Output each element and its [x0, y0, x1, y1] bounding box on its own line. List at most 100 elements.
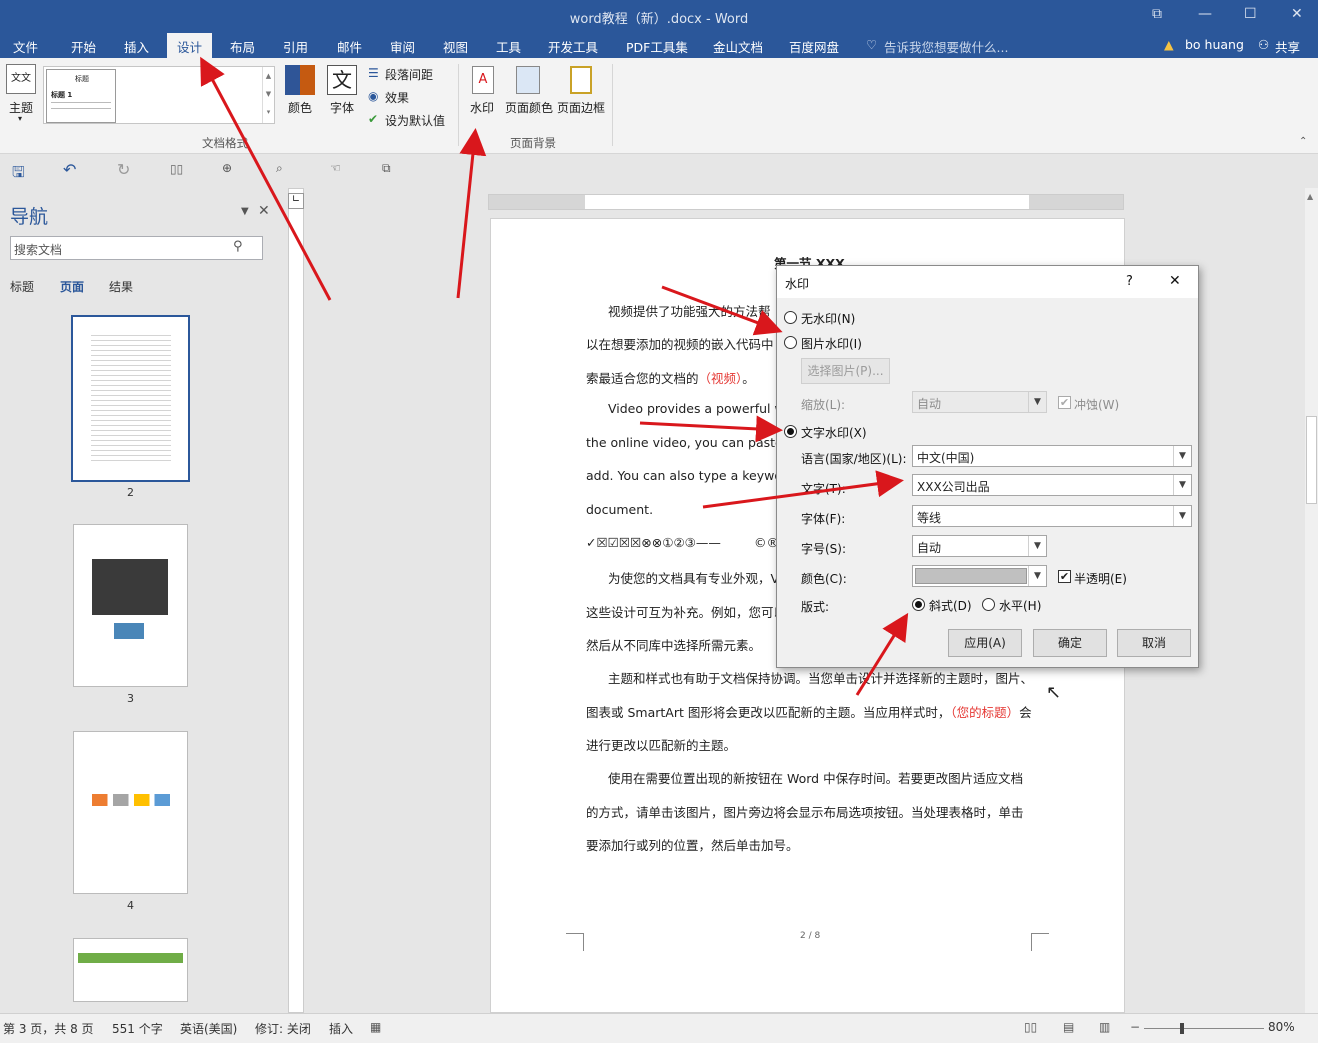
select-picture-button[interactable]: 选择图片(P)...	[801, 358, 890, 384]
tell-me-search[interactable]: 告诉我您想要做什么...	[884, 37, 1008, 56]
style-set-thumbnail[interactable]: 标题 标题 1	[46, 69, 116, 123]
ruler-margin	[489, 195, 585, 209]
horizontal-radio[interactable]	[982, 598, 995, 611]
ok-button[interactable]: 确定	[1033, 629, 1107, 657]
maximize-button[interactable]: ☐	[1244, 6, 1257, 22]
print-preview-icon[interactable]: ⌕	[276, 161, 283, 176]
tab-mailings[interactable]: 邮件	[337, 37, 362, 56]
read-mode-icon[interactable]: ▯▯	[1024, 1020, 1037, 1034]
nav-tab-results[interactable]: 结果	[109, 278, 133, 295]
user-name[interactable]: bo huang	[1185, 37, 1244, 52]
text-watermark-radio[interactable]	[784, 425, 797, 438]
tab-layout[interactable]: 布局	[230, 37, 255, 56]
diagonal-label[interactable]: 斜式(D)	[929, 597, 972, 614]
tab-file[interactable]: 文件	[13, 37, 38, 56]
nav-close-icon[interactable]: ✕	[258, 203, 270, 219]
status-bar: 第 3 页，共 8 页 551 个字 英语(美国) 修订: 关闭 插入 ▦ ▯▯…	[0, 1013, 1318, 1043]
undo-icon[interactable]: ↶	[63, 160, 76, 179]
style-set-gallery[interactable]: 标题 标题 1 ▲ ▼ ▾	[43, 66, 275, 124]
picture-watermark-radio[interactable]	[784, 336, 797, 349]
search-input[interactable]: 搜索文档 ⚲	[10, 236, 263, 260]
save-icon[interactable]: 🖫	[12, 162, 25, 187]
track-changes-status[interactable]: 修订: 关闭	[255, 1020, 311, 1037]
zoom-level[interactable]: 80%	[1268, 1020, 1295, 1034]
columns-icon[interactable]: ▯▯	[170, 162, 183, 176]
language-select[interactable]: 中文(中国) ▼	[912, 445, 1192, 467]
size-select[interactable]: 自动 ▼	[912, 535, 1047, 557]
tab-selector[interactable]: ∟	[288, 193, 304, 209]
no-watermark-radio[interactable]	[784, 311, 797, 324]
macro-icon[interactable]: ▦	[370, 1020, 381, 1034]
touch-mode-icon[interactable]: ☜	[330, 161, 341, 175]
tab-pdf-tools[interactable]: PDF工具集	[626, 37, 688, 56]
cancel-button[interactable]: 取消	[1117, 629, 1191, 657]
help-button[interactable]: ?	[1126, 274, 1133, 289]
tab-review[interactable]: 审阅	[390, 37, 415, 56]
paragraph-spacing-button[interactable]: 段落间距	[385, 66, 433, 83]
page-border-button[interactable]: 页面边框	[557, 99, 605, 116]
layout-label: 版式:	[801, 600, 830, 614]
scroll-up-icon[interactable]: ▲	[1307, 192, 1313, 201]
tab-home[interactable]: 开始	[71, 37, 96, 56]
web-layout-status-icon[interactable]: ▥	[1099, 1020, 1110, 1034]
text-watermark-label[interactable]: 文字水印(X)	[801, 424, 867, 441]
page-color-button[interactable]: 页面颜色	[505, 99, 553, 116]
scale-select[interactable]: 自动 ▼	[912, 391, 1047, 413]
print-layout-icon[interactable]: ▤	[1063, 1020, 1074, 1034]
washout-checkbox[interactable]: ✔	[1058, 396, 1071, 409]
watermark-text-input[interactable]: XXX公司出品 ▼	[912, 474, 1192, 496]
colors-button[interactable]: 颜色	[288, 99, 312, 116]
zoom-slider[interactable]	[1144, 1028, 1264, 1029]
color-select[interactable]: ▼	[912, 565, 1047, 587]
diagonal-radio[interactable]	[912, 598, 925, 611]
page-thumbnail[interactable]	[71, 315, 190, 482]
picture-watermark-label[interactable]: 图片水印(I)	[801, 335, 862, 352]
semitransparent-checkbox[interactable]: ✔	[1058, 570, 1071, 583]
body-line: 要添加行或列的位置，然后单击加号。	[586, 838, 799, 853]
apply-button[interactable]: 应用(A)	[948, 629, 1022, 657]
semitransparent-label[interactable]: 半透明(E)	[1074, 570, 1127, 587]
font-select[interactable]: 等线 ▼	[912, 505, 1192, 527]
tab-tools[interactable]: 工具	[496, 37, 521, 56]
nav-options-icon[interactable]: ▼	[241, 206, 249, 217]
share-button[interactable]: 共享	[1275, 37, 1300, 56]
gallery-scroll[interactable]: ▲ ▼ ▾	[262, 67, 274, 123]
tab-developer[interactable]: 开发工具	[548, 37, 598, 56]
word-count[interactable]: 551 个字	[112, 1020, 163, 1037]
watermark-button[interactable]: 水印	[470, 99, 494, 116]
tab-view[interactable]: 视图	[443, 37, 468, 56]
redo-icon[interactable]: ↻	[117, 160, 130, 179]
set-default-button[interactable]: 设为默认值	[385, 112, 445, 129]
tab-baidu-netdisk[interactable]: 百度网盘	[789, 37, 839, 56]
close-button[interactable]: ✕	[1291, 6, 1303, 22]
search-icon[interactable]: ⚲	[233, 239, 243, 254]
tab-references[interactable]: 引用	[283, 37, 308, 56]
page-thumbnail[interactable]	[73, 938, 188, 1002]
tab-design[interactable]: 设计	[167, 33, 213, 58]
effects-button[interactable]: 效果	[385, 89, 409, 106]
page-count[interactable]: 第 3 页，共 8 页	[3, 1020, 94, 1037]
fonts-button[interactable]: 字体	[330, 99, 354, 116]
page-thumbnail[interactable]	[73, 731, 188, 894]
style-line	[51, 102, 111, 103]
language-status[interactable]: 英语(美国)	[180, 1020, 237, 1037]
tab-kingsoft-docs[interactable]: 金山文档	[713, 37, 763, 56]
vertical-scrollbar[interactable]: ▲	[1305, 188, 1318, 1013]
customize-icon[interactable]: ⧉	[382, 161, 391, 176]
dialog-close-button[interactable]: ✕	[1169, 273, 1181, 289]
nav-tab-pages[interactable]: 页面	[60, 278, 84, 295]
collapse-ribbon-icon[interactable]: ⌃	[1299, 136, 1307, 147]
scroll-thumb[interactable]	[1306, 416, 1317, 504]
restore-ribbon-icon[interactable]: ⧉	[1152, 6, 1162, 22]
nav-tab-headings[interactable]: 标题	[10, 278, 34, 295]
horizontal-label[interactable]: 水平(H)	[999, 597, 1041, 614]
no-watermark-label[interactable]: 无水印(N)	[801, 310, 855, 327]
zoom-out-icon[interactable]: −	[1130, 1020, 1140, 1034]
tab-insert[interactable]: 插入	[124, 37, 149, 56]
minimize-button[interactable]: —	[1198, 6, 1212, 22]
page-thumbnail[interactable]	[73, 524, 188, 687]
warning-icon: ▲	[1164, 37, 1174, 52]
web-layout-icon[interactable]: ⊕	[222, 161, 232, 175]
insert-mode-status[interactable]: 插入	[329, 1020, 353, 1037]
zoom-slider-thumb[interactable]	[1180, 1023, 1184, 1034]
